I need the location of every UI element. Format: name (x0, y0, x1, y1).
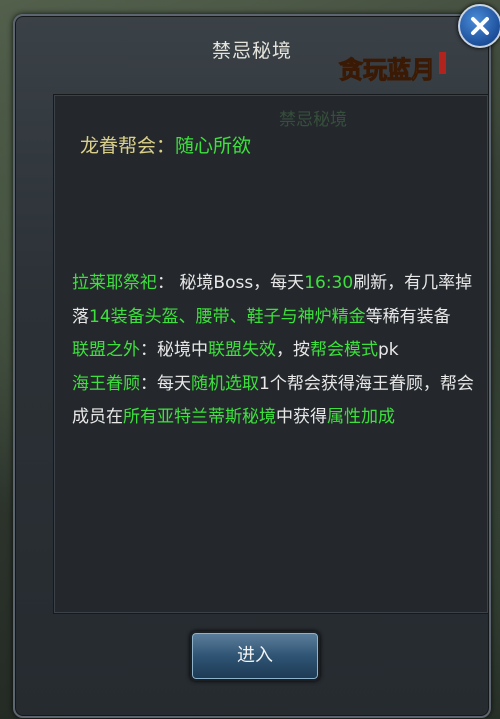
section-text: ： 秘境Boss，每天 (157, 273, 305, 293)
section-highlight: 14装备头盔、腰带、鞋子与神炉精金 (89, 306, 366, 327)
enter-button[interactable]: 进入 (190, 631, 320, 681)
section-text: 中获得 (276, 407, 327, 427)
section-highlight: 帮会模式 (310, 340, 378, 360)
section-text: pk (378, 340, 399, 360)
description-text: 拉莱耶祭祀： 秘境Boss，每天16:30刷新，有几率掉落14装备头盔、腰带、鞋… (72, 267, 482, 435)
section-highlight: 联盟失效 (208, 340, 276, 360)
section-highlight: 随机选取 (191, 373, 259, 394)
game-scene: 禁忌秘境 贪玩蓝月 禁忌秘境 龙眷帮会：随心所欲 拉莱耶祭祀： 秘境Boss，每… (0, 0, 500, 719)
section-heading: 联盟之外 (72, 340, 140, 360)
logo-text: 贪玩蓝月 (339, 55, 435, 84)
section-highlight: 16:30 (304, 273, 354, 293)
close-button[interactable] (458, 4, 500, 48)
guild-name: 随心所欲 (175, 135, 252, 157)
content-box: 禁忌秘境 龙眷帮会：随心所欲 拉莱耶祭祀： 秘境Boss，每天16:30刷新，有… (53, 94, 489, 614)
faint-watermark: 禁忌秘境 (279, 110, 347, 130)
section-heading: 拉莱耶祭祀 (72, 273, 157, 293)
dungeon-dialog: 禁忌秘境 贪玩蓝月 禁忌秘境 龙眷帮会：随心所欲 拉莱耶祭祀： 秘境Boss，每… (13, 14, 491, 718)
section-highlight: 所有亚特兰蒂斯秘境 (123, 407, 276, 427)
section-text: ：每天 (140, 373, 191, 394)
close-icon (471, 17, 489, 35)
game-logo: 贪玩蓝月 (339, 52, 446, 85)
section-heading: 海王眷顾 (72, 373, 140, 394)
section-text: 等稀有装备 (365, 306, 451, 327)
section-text: ，按 (276, 340, 310, 360)
guild-label: 龙眷帮会： (80, 135, 176, 157)
guild-line: 龙眷帮会：随心所欲 (80, 131, 251, 158)
section-text: ：秘境中 (140, 340, 208, 360)
section-highlight: 属性加成 (327, 407, 395, 427)
